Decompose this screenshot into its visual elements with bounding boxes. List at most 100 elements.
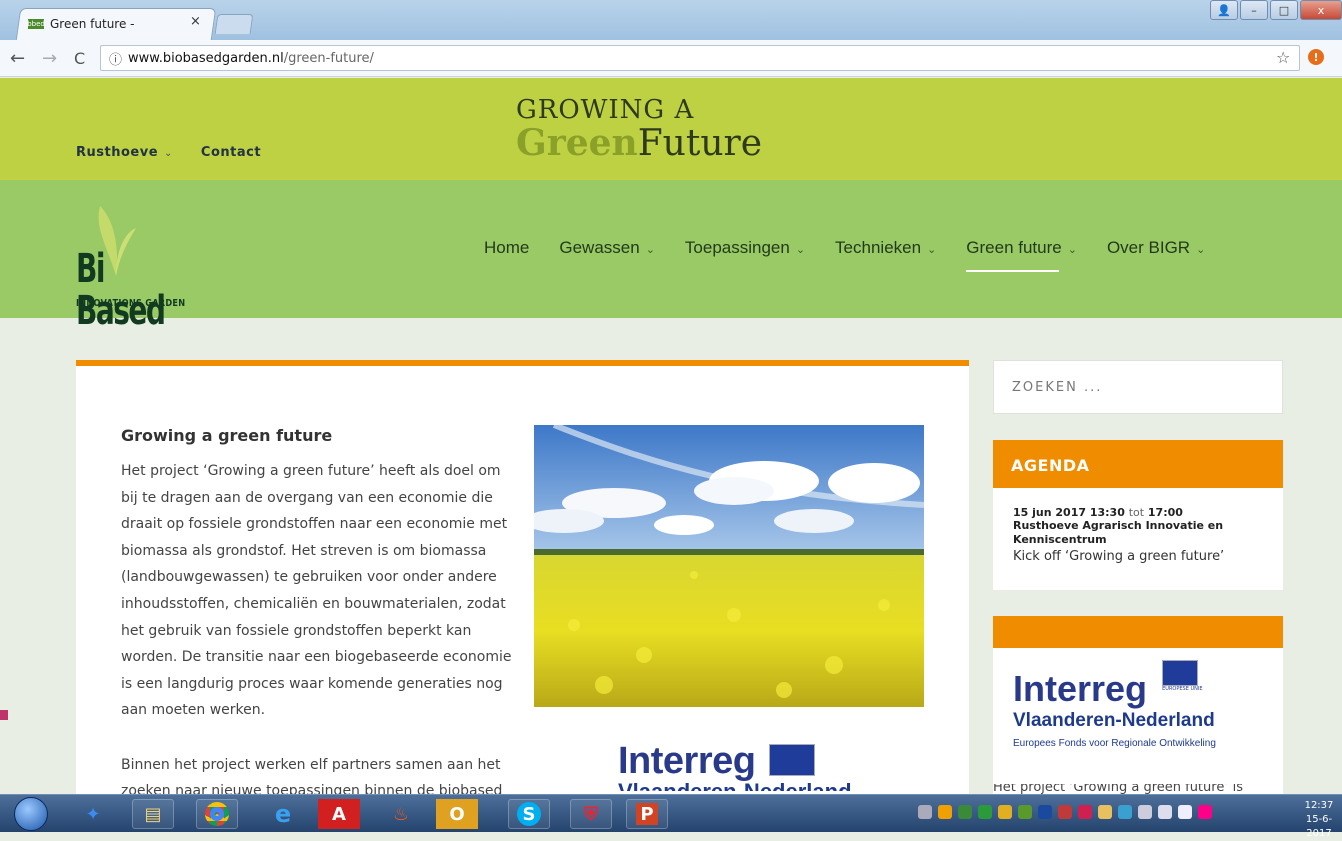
chevron-down-icon: ⌄ xyxy=(1067,244,1077,256)
agenda-event-link[interactable]: Kick off ‘Growing a green future’ xyxy=(1013,549,1263,564)
nav-item-gewassen[interactable]: Gewassen ⌄ xyxy=(559,238,655,258)
address-bar[interactable]: ⓘ www.biobasedgarden.nl/green-future/ xyxy=(100,45,1300,71)
brand-green: Green xyxy=(516,122,638,164)
chevron-down-icon: ⌄ xyxy=(1196,244,1206,256)
bluetooth-icon[interactable] xyxy=(1038,805,1052,819)
tray-icon[interactable] xyxy=(1078,805,1092,819)
system-tray xyxy=(918,805,1212,819)
logo-subtitle: INNOVATIONS GARDEN xyxy=(76,298,186,309)
topnav-item-contact[interactable]: Contact xyxy=(201,145,261,160)
agenda-tot: tot xyxy=(1128,506,1145,519)
interreg-region: Vlaanderen-Nederland xyxy=(618,779,852,791)
interreg-region: Vlaanderen-Nederland xyxy=(1013,710,1215,731)
maximize-button[interactable]: □ xyxy=(1270,0,1298,20)
clock-time: 12:37 xyxy=(1304,800,1334,811)
nav-label: Gewassen xyxy=(559,238,640,257)
new-tab-button[interactable] xyxy=(214,14,254,34)
nav-item-over-bigr[interactable]: Over BIGR ⌄ xyxy=(1107,238,1205,258)
url-path: /green-future/ xyxy=(283,50,374,66)
eu-flag-icon xyxy=(768,744,815,776)
nav-item-technieken[interactable]: Technieken ⌄ xyxy=(835,238,936,258)
browser-tab-content[interactable]: bbed Green future - xyxy=(27,14,208,34)
forward-icon[interactable]: → xyxy=(42,48,57,69)
tray-icon[interactable] xyxy=(1098,805,1112,819)
nav-label: Green future xyxy=(966,238,1062,257)
agenda-title: AGENDA xyxy=(993,440,1283,488)
adobe-icon[interactable]: A xyxy=(318,799,360,829)
top-nav: Rusthoeve ⌄ Contact xyxy=(76,145,261,160)
interreg-word: Interreg xyxy=(1013,668,1148,709)
dropbox-icon[interactable]: ✦ xyxy=(72,799,114,829)
skype-icon[interactable]: S xyxy=(508,799,550,829)
tray-icon[interactable] xyxy=(918,805,932,819)
agenda-widget: AGENDA 15 jun 2017 13:30 tot 17:00 Rusth… xyxy=(993,440,1283,590)
interreg-logo: Interreg Vlaanderen-Nederland xyxy=(618,740,852,791)
volume-icon[interactable] xyxy=(1198,805,1212,819)
agenda-item[interactable]: 15 jun 2017 13:30 tot 17:00 Rusthoeve Ag… xyxy=(993,488,1283,582)
internet-explorer-icon[interactable]: e xyxy=(262,799,304,829)
burner-icon[interactable]: ♨ xyxy=(380,799,422,829)
tray-icon[interactable] xyxy=(1058,805,1072,819)
info-icon[interactable]: ⓘ xyxy=(109,49,122,68)
tray-icon[interactable] xyxy=(978,805,992,819)
agenda-start: 15 jun 2017 13:30 xyxy=(1013,506,1125,519)
eu-flag-icon xyxy=(1162,660,1199,686)
widget-header xyxy=(993,616,1283,648)
topnav-item-rusthoeve[interactable]: Rusthoeve ⌄ xyxy=(76,145,173,160)
logo-title: Bi Based xyxy=(76,246,166,334)
extension-alert-icon[interactable]: ! xyxy=(1308,49,1324,65)
back-icon[interactable]: ← xyxy=(10,48,25,69)
powerpoint-icon[interactable]: P xyxy=(626,799,668,829)
interreg-logo: Interreg EUROPESE UNIE xyxy=(1013,660,1203,710)
url-host: www.biobasedgarden.nl xyxy=(128,50,284,66)
minimize-button[interactable]: – xyxy=(1240,0,1268,20)
brand-future: Future xyxy=(637,123,763,164)
window-controls: 👤 – □ x xyxy=(1210,0,1342,20)
clock-date: 15-6-2017 xyxy=(1305,814,1333,839)
topnav-label: Rusthoeve xyxy=(76,145,159,160)
topnav-label: Contact xyxy=(200,145,262,160)
chevron-down-icon: ⌄ xyxy=(164,148,173,159)
chevron-down-icon: ⌄ xyxy=(645,244,655,256)
tab-close-icon[interactable]: × xyxy=(190,14,201,29)
nav-label: Home xyxy=(484,238,530,257)
edge-marker xyxy=(0,710,8,720)
nav-label: Toepassingen xyxy=(684,238,790,257)
article-card: Growing a green future Het project ‘Grow… xyxy=(76,360,969,800)
eu-flag-block: EUROPESE UNIE xyxy=(1162,660,1203,692)
network-icon[interactable] xyxy=(1158,805,1172,819)
article-title: Growing a green future xyxy=(121,426,333,445)
nav-item-home[interactable]: Home xyxy=(484,238,529,258)
tray-icon[interactable] xyxy=(1018,805,1032,819)
bookmark-star-icon[interactable]: ☆ xyxy=(1276,48,1290,67)
system-clock[interactable]: 12:37 15-6-2017 xyxy=(1296,799,1342,841)
rapeseed-field-image xyxy=(534,425,924,707)
nav-item-green-future[interactable]: Green future ⌄ xyxy=(966,238,1077,272)
flag-icon[interactable] xyxy=(1138,805,1152,819)
outlook-icon[interactable]: O xyxy=(436,799,478,829)
brand-top-line: GROWING A xyxy=(516,95,695,125)
site-brand[interactable]: GROWING A GreenFuture xyxy=(516,96,762,163)
reload-icon[interactable]: C xyxy=(74,49,85,68)
file-explorer-icon[interactable]: ▤ xyxy=(132,799,174,829)
site-logo[interactable]: Bi Based INNOVATIONS GARDEN xyxy=(76,196,206,332)
security-app-icon[interactable]: ⛨ xyxy=(570,799,612,829)
nav-item-toepassingen[interactable]: Toepassingen ⌄ xyxy=(685,238,805,258)
nav-label: Over BIGR xyxy=(1106,238,1191,257)
tray-icon[interactable] xyxy=(1118,805,1132,819)
favicon-icon: bbed xyxy=(27,19,45,29)
interreg-fund: Europees Fonds voor Regionale Ontwikkeli… xyxy=(1013,738,1216,749)
tray-icon[interactable] xyxy=(958,805,972,819)
tray-icon[interactable] xyxy=(938,805,952,819)
tray-icon[interactable] xyxy=(998,805,1012,819)
search-input[interactable]: ZOEKEN ... xyxy=(993,360,1283,414)
site-top-header: Rusthoeve ⌄ Contact GROWING A GreenFuture xyxy=(0,78,1342,180)
signal-icon[interactable] xyxy=(1178,805,1192,819)
user-icon[interactable]: 👤 xyxy=(1210,0,1238,20)
windows-taskbar: ✦ ▤ e A ♨ O S ⛨ P 12:37 15-6-2017 xyxy=(0,794,1342,839)
start-button[interactable] xyxy=(14,797,48,831)
nav-label: Technieken xyxy=(835,238,922,257)
article-paragraph-1: Het project ‘Growing a green future’ hee… xyxy=(121,463,512,719)
close-window-button[interactable]: x xyxy=(1300,0,1342,20)
chrome-icon[interactable] xyxy=(196,799,238,829)
